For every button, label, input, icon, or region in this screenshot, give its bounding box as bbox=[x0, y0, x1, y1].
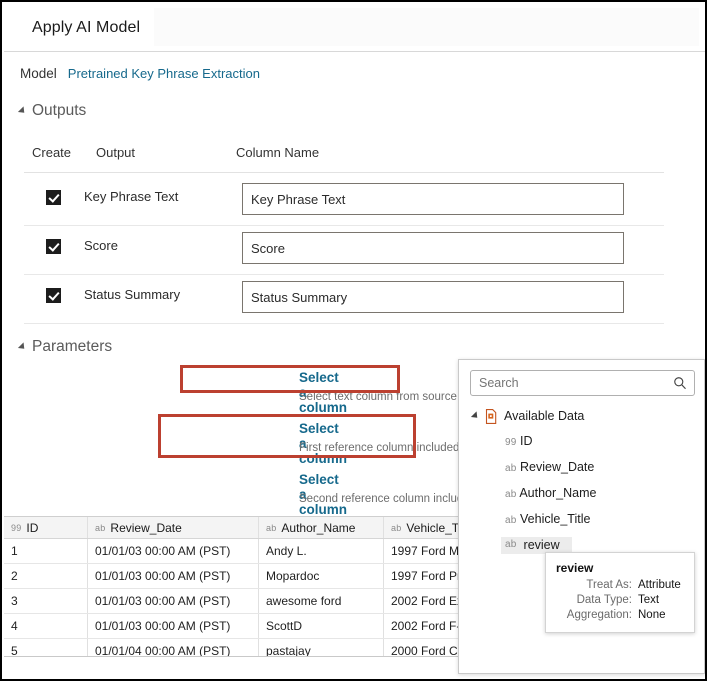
type-icon-text: ab bbox=[391, 522, 402, 533]
cell-id: 3 bbox=[4, 589, 88, 613]
tooltip-row-treat-as: Treat As: Attribute bbox=[556, 578, 684, 593]
column-name-input-status-summary[interactable] bbox=[242, 281, 624, 313]
grid-header-label: Author_Name bbox=[281, 520, 356, 535]
tab-label: Apply AI Model bbox=[32, 19, 141, 36]
output-name-label: Status Summary bbox=[84, 287, 181, 302]
tree-item-wrap: ab Vehicle_Title bbox=[505, 512, 590, 526]
dataset-icon bbox=[485, 408, 497, 424]
tree-item-review-date[interactable]: ab Review_Date bbox=[459, 454, 704, 480]
cell-id: 1 bbox=[4, 539, 88, 563]
parameter-hint: First reference column included in bbox=[299, 442, 472, 454]
tooltip-value: Text bbox=[638, 594, 660, 606]
tooltip-row-aggregation: Aggregation: None bbox=[556, 608, 684, 623]
grid-header-cell-author-name[interactable]: ab Author_Name bbox=[259, 517, 384, 538]
cell-review-date: 01/01/03 00:00 AM (PST) bbox=[88, 589, 259, 613]
parameter-hint: Second reference column included bbox=[299, 493, 477, 505]
create-checkbox-key-phrase-text[interactable] bbox=[46, 190, 61, 205]
tab-strip: Apply AI Model bbox=[4, 4, 705, 52]
type-icon-text: ab bbox=[505, 463, 517, 474]
parameter-hint: Select text column from source da bbox=[299, 391, 473, 403]
output-name-label: Score bbox=[84, 238, 118, 253]
parameters-section-header[interactable]: Parameters bbox=[17, 338, 113, 356]
search-input[interactable] bbox=[471, 371, 667, 395]
tooltip-key: Treat As: bbox=[586, 579, 632, 591]
grid-header-cell-review-date[interactable]: ab Review_Date bbox=[88, 517, 259, 538]
tab-strip-filler bbox=[144, 8, 699, 46]
tree-item-label: Review_Date bbox=[520, 460, 595, 474]
outputs-column-headers: Create Output Column Name bbox=[24, 145, 664, 173]
tab-apply-ai-model[interactable]: Apply AI Model bbox=[18, 6, 155, 50]
create-checkbox-status-summary[interactable] bbox=[46, 288, 61, 303]
cell-author-name: Mopardoc bbox=[259, 564, 384, 588]
parameters-section-title: Parameters bbox=[32, 338, 113, 355]
header-column-name: Column Name bbox=[236, 145, 320, 160]
search-icon[interactable] bbox=[673, 376, 687, 390]
type-icon-number: 99 bbox=[505, 437, 517, 448]
type-icon-text: ab bbox=[505, 539, 517, 550]
header-create: Create bbox=[32, 145, 72, 160]
column-name-input-score[interactable] bbox=[242, 232, 624, 264]
cell-review-date: 01/01/03 00:00 AM (PST) bbox=[88, 614, 259, 638]
highlight-box-input-column bbox=[180, 365, 400, 393]
tree-item-label: review bbox=[523, 537, 560, 552]
cell-review-date: 01/01/03 00:00 AM (PST) bbox=[88, 539, 259, 563]
tooltip-value: None bbox=[638, 609, 666, 621]
cell-id: 4 bbox=[4, 614, 88, 638]
tree-item-vehicle-title[interactable]: ab Vehicle_Title bbox=[459, 506, 704, 532]
model-label: Model bbox=[20, 66, 57, 81]
tree-item-id[interactable]: 99 ID bbox=[459, 428, 704, 454]
model-name-link[interactable]: Pretrained Key Phrase Extraction bbox=[68, 66, 260, 81]
tree-item-label: Vehicle_Title bbox=[520, 512, 591, 526]
create-checkbox-score[interactable] bbox=[46, 239, 61, 254]
column-details-tooltip: review Treat As: Attribute Data Type: Te… bbox=[545, 552, 695, 633]
grid-header-label: Review_Date bbox=[110, 520, 182, 535]
tooltip-title: review bbox=[556, 561, 594, 575]
grid-header-label: ID bbox=[26, 520, 39, 535]
cell-id: 2 bbox=[4, 564, 88, 588]
output-row: Status Summary bbox=[24, 275, 664, 324]
cell-author-name: Andy L. bbox=[259, 539, 384, 563]
tree-item-wrap: ab Author_Name bbox=[505, 486, 596, 500]
type-icon-number: 99 bbox=[11, 522, 22, 533]
output-row: Key Phrase Text bbox=[24, 177, 664, 226]
tree-root-label: Available Data bbox=[504, 409, 585, 423]
apply-ai-model-window: Apply AI Model Model Pretrained Key Phra… bbox=[0, 0, 707, 681]
collapse-triangle-icon[interactable] bbox=[17, 105, 28, 116]
type-icon-text: ab bbox=[505, 489, 517, 500]
expand-triangle-icon[interactable] bbox=[470, 410, 481, 421]
search-field-wrap bbox=[470, 370, 695, 396]
tree-item-wrap: ab Review_Date bbox=[505, 460, 594, 474]
type-icon-text: ab bbox=[95, 522, 106, 533]
cell-review-date: 01/01/03 00:00 AM (PST) bbox=[88, 564, 259, 588]
cell-author-name: ScottD bbox=[259, 614, 384, 638]
type-icon-text: ab bbox=[266, 522, 277, 533]
tree-item-label: Author_Name bbox=[519, 486, 597, 500]
output-row: Score bbox=[24, 226, 664, 275]
available-data-tree: Available Data 99 ID ab Review_Date ab A… bbox=[459, 404, 704, 558]
tree-item-wrap: ab review bbox=[501, 536, 572, 554]
model-row: Model Pretrained Key Phrase Extraction bbox=[20, 66, 260, 81]
tooltip-row-data-type: Data Type: Text bbox=[556, 593, 684, 608]
tree-root-available-data[interactable]: Available Data bbox=[459, 404, 704, 428]
tree-item-author-name[interactable]: ab Author_Name bbox=[459, 480, 704, 506]
tooltip-key: Aggregation: bbox=[566, 609, 632, 621]
tooltip-value: Attribute bbox=[638, 579, 681, 591]
output-name-label: Key Phrase Text bbox=[84, 189, 179, 204]
tree-item-wrap: 99 ID bbox=[505, 434, 533, 448]
outputs-section-header[interactable]: Outputs bbox=[17, 102, 87, 120]
collapse-triangle-icon[interactable] bbox=[17, 341, 28, 352]
type-icon-text: ab bbox=[505, 515, 517, 526]
header-output: Output bbox=[96, 145, 136, 160]
column-name-input-key-phrase-text[interactable] bbox=[242, 183, 624, 215]
tooltip-key: Data Type: bbox=[576, 594, 632, 606]
outputs-section-title: Outputs bbox=[32, 102, 87, 119]
cell-author-name: awesome ford bbox=[259, 589, 384, 613]
grid-header-cell-id[interactable]: 99 ID bbox=[4, 517, 88, 538]
tree-item-label: ID bbox=[520, 434, 533, 448]
